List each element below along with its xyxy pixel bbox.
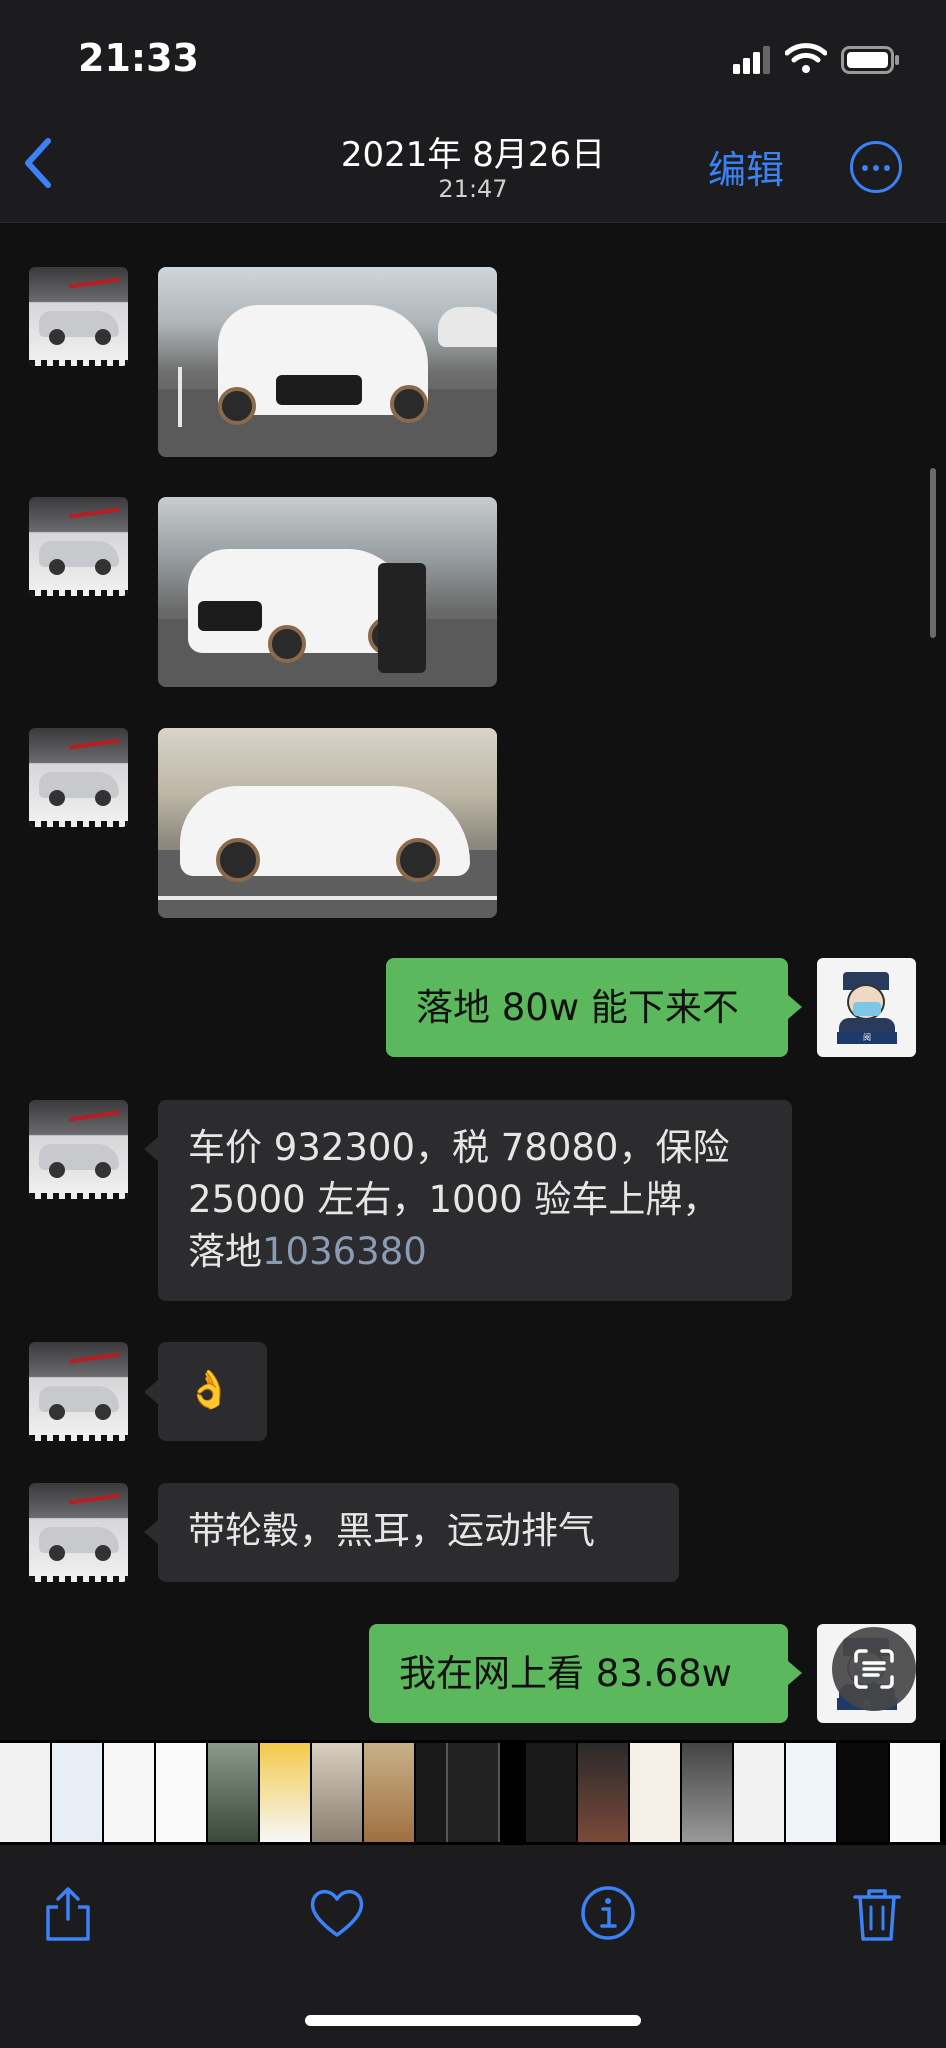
my-avatar[interactable]: 阅 (817, 958, 916, 1057)
contact-avatar[interactable] (29, 267, 128, 366)
message-photo-car-side[interactable] (158, 497, 497, 687)
more-icon[interactable] (850, 141, 902, 193)
thumbnail[interactable] (838, 1743, 888, 1842)
navigation-header: 2021年 8月26日 21:47 编辑 (0, 115, 946, 223)
ok-hand-emoji: 👌 (186, 1368, 233, 1411)
header-date: 2021年 8月26日 (340, 135, 606, 175)
contact-avatar[interactable] (29, 497, 128, 596)
phone-number-link[interactable]: 1036380 (262, 1230, 427, 1273)
scan-text-icon[interactable] (832, 1627, 916, 1711)
battery-icon (841, 46, 899, 74)
message-line-1: 车价 932300，税 78080，保险 (188, 1126, 730, 1169)
photo-thumbnail-strip[interactable] (0, 1740, 946, 1845)
share-icon[interactable] (38, 1883, 98, 1943)
heart-icon[interactable] (307, 1883, 367, 1943)
received-message-bubble[interactable]: 车价 932300，税 78080，保险 25000 左右，1000 验车上牌，… (158, 1100, 792, 1301)
message-line-2: 25000 左右，1000 验车上牌， (188, 1178, 720, 1221)
status-time: 21:33 (78, 36, 199, 80)
message-text: 我在网上看 83.68w (399, 1652, 732, 1695)
thumbnail[interactable] (526, 1743, 576, 1842)
thumbnail[interactable] (890, 1743, 940, 1842)
contact-avatar[interactable] (29, 728, 128, 827)
thumbnail[interactable] (630, 1743, 680, 1842)
info-icon[interactable] (578, 1883, 638, 1943)
contact-avatar[interactable] (29, 1342, 128, 1441)
wifi-icon (785, 43, 827, 73)
header-time: 21:47 (438, 175, 508, 203)
cellular-signal-icon (733, 46, 770, 74)
message-photo-car-front[interactable] (158, 267, 497, 457)
thumbnail[interactable] (104, 1743, 154, 1842)
thumbnail[interactable] (786, 1743, 836, 1842)
home-indicator[interactable] (305, 2015, 641, 2026)
status-bar: 21:33 (0, 0, 946, 115)
contact-avatar[interactable] (29, 1100, 128, 1199)
contact-avatar[interactable] (29, 1483, 128, 1582)
scrollbar[interactable] (930, 468, 936, 638)
thumbnail[interactable] (156, 1743, 206, 1842)
trash-icon[interactable] (847, 1883, 907, 1943)
thumbnail[interactable] (682, 1743, 732, 1842)
thumbnail[interactable] (52, 1743, 102, 1842)
message-line-3: 落地1036380 (188, 1230, 427, 1273)
thumbnail[interactable] (0, 1743, 50, 1842)
thumbnail[interactable] (260, 1743, 310, 1842)
received-emoji-bubble[interactable]: 👌 (158, 1342, 267, 1441)
thumbnail[interactable] (734, 1743, 784, 1842)
thumbnail[interactable] (312, 1743, 362, 1842)
sent-message-bubble[interactable]: 落地 80w 能下来不 (386, 958, 788, 1057)
message-text: 落地 80w 能下来不 (416, 986, 739, 1029)
thumbnail[interactable] (578, 1743, 628, 1842)
edit-button[interactable]: 编辑 (708, 139, 784, 194)
thumbnail[interactable] (446, 1743, 500, 1842)
sent-message-bubble[interactable]: 我在网上看 83.68w (369, 1624, 788, 1723)
received-message-bubble[interactable]: 带轮毂，黑耳，运动排气 (158, 1483, 679, 1582)
message-text: 带轮毂，黑耳，运动排气 (188, 1509, 595, 1552)
message-photo-car-profile[interactable] (158, 728, 497, 918)
thumbnail[interactable] (364, 1743, 414, 1842)
thumbnail[interactable] (208, 1743, 258, 1842)
